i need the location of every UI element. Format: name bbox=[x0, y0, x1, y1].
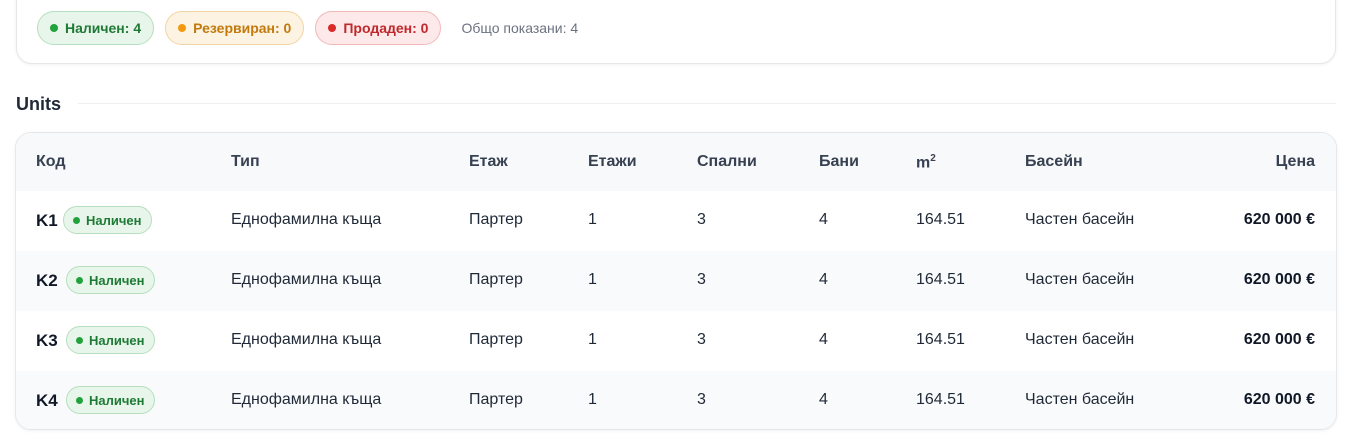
status-filter-row: Наличен: 4 Резервиран: 0 Продаден: 0 Общ… bbox=[37, 10, 578, 46]
unit-price: 620 000 € bbox=[1243, 391, 1315, 408]
unit-code: K1 bbox=[36, 211, 58, 230]
unit-area: 164.51 bbox=[916, 331, 965, 348]
unit-bathrooms: 4 bbox=[819, 391, 828, 408]
available-count-label: Наличен: 4 bbox=[65, 20, 142, 36]
unit-price: 620 000 € bbox=[1243, 271, 1315, 288]
table-row[interactable]: K2 Наличен Еднофамилна къща Партер 1 3 4… bbox=[16, 251, 1336, 311]
sold-filter-pill[interactable]: Продаден: 0 bbox=[315, 11, 442, 45]
unit-bathrooms: 4 bbox=[819, 271, 828, 288]
status-dot-icon bbox=[76, 276, 83, 284]
unit-area: 164.51 bbox=[916, 271, 965, 288]
column-header-area[interactable]: m2 bbox=[916, 153, 936, 172]
column-header-pool[interactable]: Басейн bbox=[1025, 153, 1083, 171]
unit-bedrooms: 3 bbox=[697, 391, 706, 408]
unit-code: K4 bbox=[36, 391, 58, 410]
unit-type: Еднофамилна къща bbox=[231, 211, 382, 228]
unit-type: Еднофамилна къща bbox=[231, 391, 382, 408]
unit-bedrooms: 3 bbox=[697, 271, 706, 288]
sold-count-label: Продаден: 0 bbox=[343, 20, 429, 36]
unit-floor: Партер bbox=[469, 391, 523, 408]
column-header-floor[interactable]: Етаж bbox=[469, 153, 508, 171]
column-header-bedrooms[interactable]: Спални bbox=[697, 153, 757, 171]
unit-pool: Частен басейн bbox=[1025, 271, 1135, 288]
status-badge: Наличен bbox=[66, 266, 155, 294]
column-header-bathrooms[interactable]: Бани bbox=[819, 153, 859, 171]
unit-floors: 1 bbox=[588, 391, 597, 408]
column-header-floors[interactable]: Етажи bbox=[588, 153, 637, 171]
section-divider bbox=[78, 103, 1336, 104]
area-unit-exponent: 2 bbox=[930, 153, 936, 164]
unit-floors: 1 bbox=[588, 211, 597, 228]
status-badge: Наличен bbox=[66, 326, 155, 354]
column-header-price[interactable]: Цена bbox=[1276, 153, 1315, 171]
status-dot-icon bbox=[76, 396, 83, 404]
status-badge: Наличен bbox=[63, 206, 152, 234]
status-badge-label: Наличен bbox=[89, 272, 145, 288]
unit-floor: Партер bbox=[469, 211, 523, 228]
unit-bathrooms: 4 bbox=[819, 331, 828, 348]
reserved-filter-pill[interactable]: Резервиран: 0 bbox=[165, 11, 305, 45]
unit-floors: 1 bbox=[588, 271, 597, 288]
units-section-title: Units bbox=[16, 94, 61, 114]
status-badge: Наличен bbox=[66, 386, 155, 414]
unit-pool: Частен басейн bbox=[1025, 391, 1135, 408]
unit-area: 164.51 bbox=[916, 211, 965, 228]
available-filter-pill[interactable]: Наличен: 4 bbox=[37, 11, 155, 45]
table-header: Код Тип Етаж Етажи Спални Бани m2 Басейн… bbox=[16, 133, 1336, 191]
units-table: Код Тип Етаж Етажи Спални Бани m2 Басейн… bbox=[15, 132, 1337, 430]
column-header-code[interactable]: Код bbox=[36, 153, 65, 171]
sold-dot-icon bbox=[328, 24, 337, 32]
status-dot-icon bbox=[76, 336, 83, 344]
unit-bedrooms: 3 bbox=[697, 211, 706, 228]
status-badge-label: Наличен bbox=[86, 212, 142, 228]
unit-floor: Партер bbox=[469, 331, 523, 348]
status-badge-label: Наличен bbox=[89, 392, 145, 408]
unit-code: K3 bbox=[36, 331, 58, 350]
table-row[interactable]: K1 Наличен Еднофамилна къща Партер 1 3 4… bbox=[16, 191, 1336, 251]
area-unit-label: m bbox=[916, 154, 931, 172]
status-badge-label: Наличен bbox=[89, 332, 145, 348]
unit-pool: Частен басейн bbox=[1025, 331, 1135, 348]
unit-price: 620 000 € bbox=[1243, 331, 1315, 348]
unit-area: 164.51 bbox=[916, 391, 965, 408]
unit-code: K2 bbox=[36, 271, 58, 290]
unit-bathrooms: 4 bbox=[819, 211, 828, 228]
status-dot-icon bbox=[73, 216, 80, 224]
unit-type: Еднофамилна къща bbox=[231, 331, 382, 348]
table-row[interactable]: K4 Наличен Еднофамилна къща Партер 1 3 4… bbox=[16, 371, 1336, 429]
reserved-dot-icon bbox=[178, 24, 187, 32]
unit-price: 620 000 € bbox=[1243, 211, 1315, 228]
status-summary-card: Наличен: 4 Резервиран: 0 Продаден: 0 Общ… bbox=[16, 0, 1336, 64]
available-dot-icon bbox=[50, 24, 58, 32]
reserved-count-label: Резервиран: 0 bbox=[193, 20, 292, 36]
unit-pool: Частен басейн bbox=[1025, 211, 1135, 228]
unit-floor: Партер bbox=[469, 271, 523, 288]
table-row[interactable]: K3 Наличен Еднофамилна къща Партер 1 3 4… bbox=[16, 311, 1336, 371]
column-header-type[interactable]: Тип bbox=[231, 153, 260, 171]
unit-bedrooms: 3 bbox=[697, 331, 706, 348]
total-shown-text: Общо показани: 4 bbox=[461, 20, 579, 36]
unit-type: Еднофамилна къща bbox=[231, 271, 382, 288]
unit-floors: 1 bbox=[588, 331, 597, 348]
